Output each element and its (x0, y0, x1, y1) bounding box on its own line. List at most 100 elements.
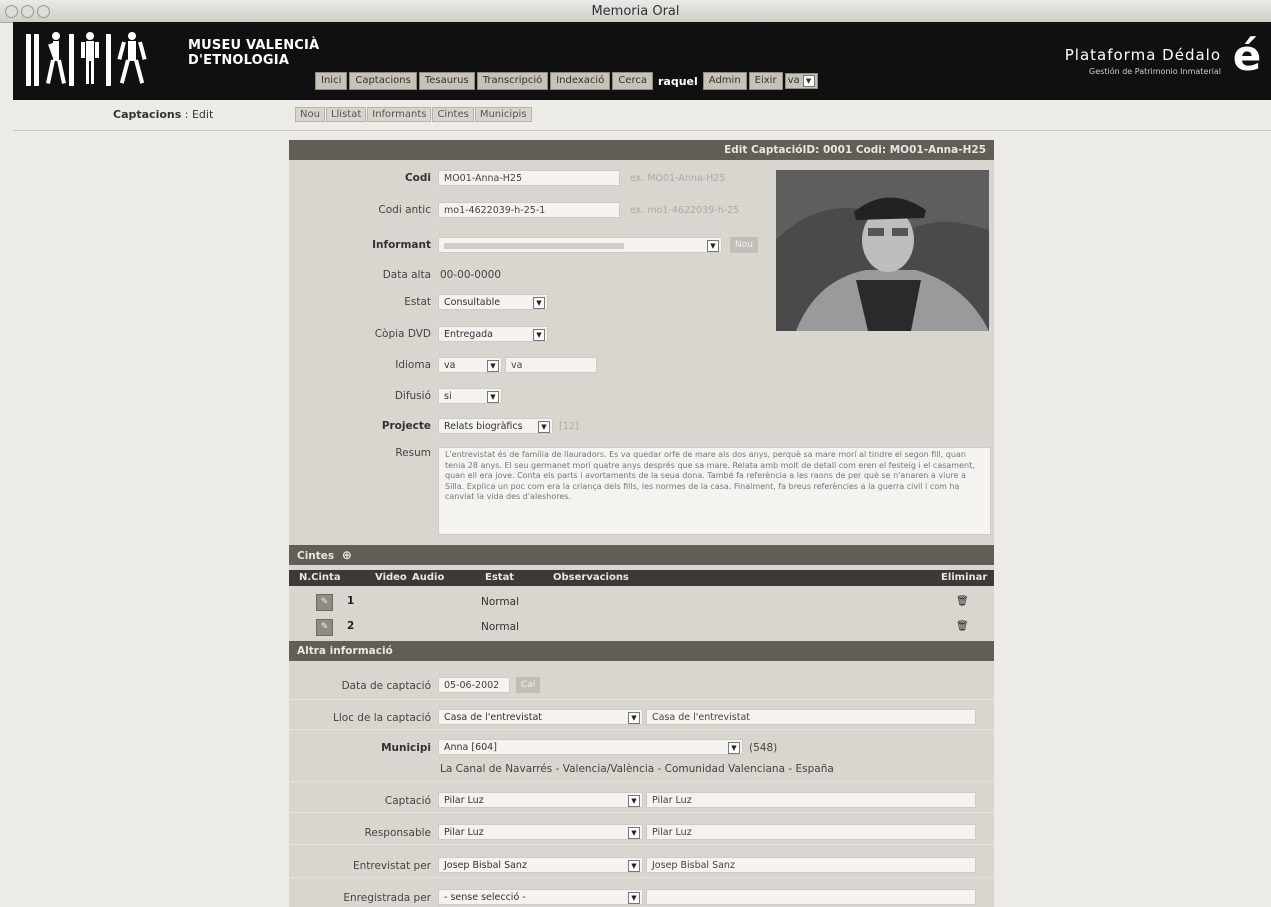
responsable-text[interactable]: Pilar Luz (646, 824, 976, 840)
nav-cerca[interactable]: Cerca (612, 72, 653, 90)
sub-nav: Nou Llistat Informants Cintes Municipis (295, 107, 533, 122)
informant-new-button[interactable]: Nou (730, 237, 758, 253)
row-projecte: Projecte Relats biogràfics ▼ [12] (289, 415, 994, 437)
data-alta-value: 00-00-0000 (440, 269, 502, 281)
col-audio: Audio (412, 572, 445, 583)
subnav-cintes[interactable]: Cintes (432, 107, 474, 122)
trash-icon[interactable]: 🗑 (956, 596, 969, 607)
chevron-down-icon: ▼ (487, 360, 499, 372)
codi-label: Codi (404, 172, 431, 184)
app-header: MUSEU VALENCIÀ D'ETNOLOGIA Inici Captaci… (13, 22, 1271, 100)
entrevistat-label: Entrevistat per (352, 860, 431, 872)
row-enregistrada: Enregistrada per - sense selecció - ▼ (289, 885, 994, 907)
cinta-number: 1 (347, 595, 355, 607)
row-municipi: Municipi Anna [604] ▼ (548) La Canal de N… (289, 735, 994, 782)
lloc-text[interactable]: Casa de l'entrevistat (646, 709, 976, 725)
projecte-label: Projecte (381, 420, 431, 432)
captacio-text[interactable]: Pilar Luz (646, 792, 976, 808)
brand: Plataforma Dédalo Gestión de Patrimonio … (1065, 46, 1221, 76)
row-data-captacio: Data de captació 05-06-2002 Cal (289, 671, 994, 700)
subnav-municipis[interactable]: Municipis (474, 107, 532, 122)
row-codi: Codi MO01-Anna-H25 ex. MO01-Anna-H25 (289, 167, 994, 189)
lloc-label: Lloc de la captació (333, 712, 431, 724)
chevron-down-icon: ▼ (533, 297, 545, 309)
entrevistat-select[interactable]: Josep Bisbal Sanz ▼ (438, 857, 643, 873)
museum-name: MUSEU VALENCIÀ D'ETNOLOGIA (188, 38, 320, 68)
chevron-down-icon: ▼ (533, 329, 545, 341)
municipi-label: Municipi (381, 742, 431, 754)
sub-bar: Captacions : Edit Nou Llistat Informants… (13, 100, 1271, 131)
chevron-down-icon: ▼ (628, 827, 640, 839)
row-codi-antic: Codi antic mo1-4622039-h-25-1 ex. mo1-46… (289, 199, 994, 221)
pencil-icon[interactable]: ✎ (316, 619, 333, 636)
idioma-select[interactable]: va ▼ (438, 357, 502, 373)
nav-eixir[interactable]: Eixir (748, 72, 783, 90)
cintes-section-header: Cintes ⊕ (289, 545, 994, 565)
chevron-down-icon: ▼ (487, 391, 499, 403)
resum-label: Resum (395, 447, 431, 459)
municipi-code: (548) (749, 742, 778, 754)
data-captacio-input[interactable]: 05-06-2002 (438, 677, 510, 693)
cinta-estat: Normal (481, 621, 519, 633)
codi-antic-label: Codi antic (378, 204, 431, 216)
projecte-select[interactable]: Relats biogràfics ▼ (438, 418, 553, 434)
calendar-button[interactable]: Cal (516, 677, 541, 693)
chevron-down-icon: ▼ (628, 795, 640, 807)
trash-icon[interactable]: 🗑 (956, 621, 969, 632)
nav-inici[interactable]: Inici (315, 72, 348, 90)
enregistrada-select[interactable]: - sense selecció - ▼ (438, 889, 643, 905)
pencil-icon[interactable]: ✎ (316, 594, 333, 611)
responsable-label: Responsable (364, 827, 431, 839)
captacio-label: Captació (384, 795, 431, 807)
estat-select[interactable]: Consultable ▼ (438, 294, 548, 310)
entrevistat-text[interactable]: Josep Bisbal Sanz (646, 857, 976, 873)
difusio-label: Difusió (394, 390, 431, 402)
informant-label: Informant (372, 239, 431, 251)
estat-label: Estat (404, 296, 431, 308)
subnav-informants[interactable]: Informants (367, 107, 432, 122)
nav-transcripcio[interactable]: Transcripció (476, 72, 549, 90)
resum-textarea[interactable]: L'entrevistat és de família de llaurador… (438, 447, 991, 535)
nav-admin[interactable]: Admin (702, 72, 747, 90)
subnav-nou[interactable]: Nou (295, 107, 325, 122)
data-captacio-label: Data de captació (341, 680, 431, 692)
codi-antic-input[interactable]: mo1-4622039-h-25-1 (438, 202, 620, 218)
nav-captacions[interactable]: Captacions (349, 72, 417, 90)
row-difusio: Difusió si ▼ (289, 385, 994, 407)
table-row: ✎ 2 Normal 🗑 (289, 616, 994, 638)
nav-tesaurus[interactable]: Tesaurus (418, 72, 475, 90)
row-informant: Informant ▼ Nou (289, 234, 994, 256)
museum-logo-icon (26, 32, 147, 86)
chevron-down-icon: ▼ (628, 712, 640, 724)
enregistrada-label: Enregistrada per (343, 892, 431, 904)
brand-title: Plataforma Dédalo (1064, 46, 1221, 64)
informant-select[interactable]: ▼ (438, 237, 722, 253)
nav-indexacio[interactable]: Indexació (550, 72, 611, 90)
enregistrada-text[interactable] (646, 889, 976, 905)
chevron-down-icon: ▼ (538, 421, 550, 433)
chevron-down-icon: ▼ (728, 742, 740, 754)
idioma-text[interactable]: va (505, 357, 597, 373)
captacio-select[interactable]: Pilar Luz ▼ (438, 792, 643, 808)
informant-value-blurred (444, 242, 624, 249)
dedalo-logo-icon: é (1232, 31, 1262, 80)
cintes-table-header: N.Cinta Video Audio Estat Observacions E… (289, 570, 994, 586)
row-entrevistat: Entrevistat per Josep Bisbal Sanz ▼ Josep… (289, 853, 994, 878)
chevron-down-icon: ▼ (802, 75, 815, 87)
language-select[interactable]: va ▼ (784, 73, 818, 89)
copia-dvd-select[interactable]: Entregada ▼ (438, 326, 548, 342)
row-data-alta: Data alta 00-00-0000 (289, 264, 994, 286)
edit-panel: Edit CaptacióID: 0001 Codi: MO01-Anna-H2… (289, 140, 994, 907)
current-user: raquel (657, 74, 698, 88)
codi-input[interactable]: MO01-Anna-H25 (438, 170, 620, 186)
idioma-label: Idioma (395, 359, 431, 371)
municipi-select[interactable]: Anna [604] ▼ (438, 739, 743, 755)
lloc-select[interactable]: Casa de l'entrevistat ▼ (438, 709, 643, 725)
row-idioma: Idioma va ▼ va (289, 354, 994, 376)
add-icon[interactable]: ⊕ (342, 548, 352, 562)
col-observacions: Observacions (553, 572, 629, 583)
col-estat: Estat (485, 572, 515, 583)
responsable-select[interactable]: Pilar Luz ▼ (438, 824, 643, 840)
subnav-llistat[interactable]: Llistat (325, 107, 367, 122)
difusio-select[interactable]: si ▼ (438, 388, 502, 404)
